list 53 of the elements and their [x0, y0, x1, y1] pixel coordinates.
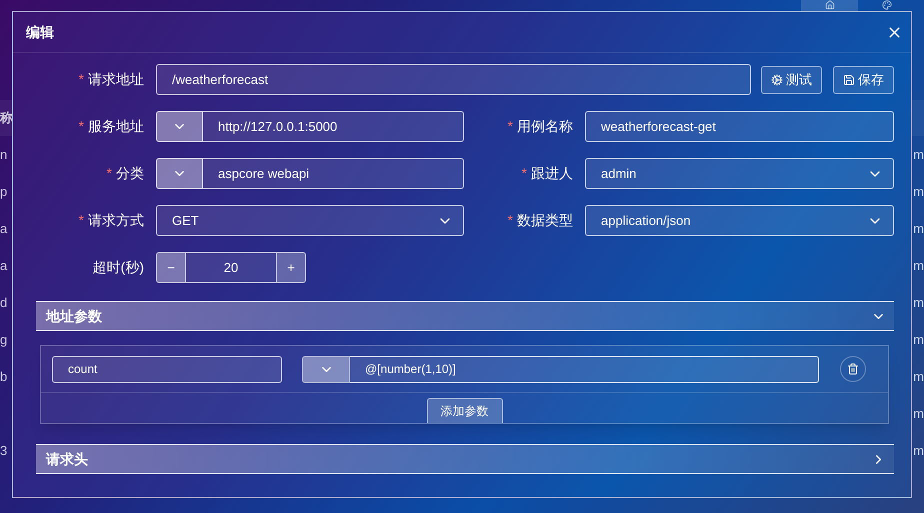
table-cell-text: d [0, 294, 8, 312]
number-stepper[interactable]: − 20 + [156, 252, 306, 283]
save-button[interactable]: 保存 [833, 66, 894, 94]
table-cell-text: m [913, 256, 924, 275]
trash-icon [847, 363, 859, 375]
field-label: * 分类 [106, 164, 144, 183]
text-field[interactable]: weatherforecast-get [585, 111, 894, 142]
text-field[interactable]: aspcore webapi [203, 158, 464, 189]
prefix-select[interactable] [156, 111, 203, 142]
table-cell-text: b [0, 368, 8, 386]
minus-button[interactable]: − [157, 253, 186, 282]
column-header: 称 [0, 109, 13, 128]
test-button[interactable]: 测试 [761, 66, 822, 94]
save-icon [843, 74, 855, 86]
text-field[interactable]: @[number(1,10)] [350, 356, 819, 382]
home-icon [824, 0, 834, 10]
table-cell-text: g [0, 330, 8, 349]
select-field[interactable]: application/json [585, 205, 894, 236]
section-header[interactable]: 请求头 [36, 444, 894, 474]
text-field[interactable]: /weatherforecast [156, 64, 751, 95]
cog-icon [771, 74, 783, 86]
select-field[interactable]: GET [156, 205, 464, 236]
dialog-title: 编辑 [26, 22, 54, 42]
field-label: * 跟进人 [522, 164, 573, 183]
text-field[interactable]: http://127.0.0.1:5000 [203, 111, 464, 142]
prefix-select[interactable] [302, 356, 350, 382]
table-cell-text: n [0, 146, 8, 164]
select-field[interactable]: admin [585, 158, 894, 189]
table-cell-text: m [913, 368, 924, 386]
table-cell-text: m [913, 330, 924, 349]
table-cell-text: m [913, 182, 924, 201]
field-label: * 数据类型 [508, 211, 573, 230]
number-value: 20 [222, 258, 240, 277]
table-cell-text: m [913, 404, 924, 423]
table-cell-text: m [913, 146, 924, 164]
field-label: * 服务地址 [78, 117, 144, 136]
table-cell-text: m [913, 442, 924, 460]
add-param-button[interactable]: 添加参数 [426, 398, 502, 423]
prefix-select[interactable] [156, 158, 203, 189]
field-label: * 用例名称 [508, 117, 573, 136]
table-cell-text: 3 [0, 442, 8, 460]
table-cell-text: a [0, 256, 8, 275]
text-field[interactable]: count [52, 356, 282, 382]
table-cell-text: p [0, 182, 8, 201]
plus-button[interactable]: + [276, 253, 305, 282]
table-cell-text: a [0, 220, 8, 238]
section-header[interactable]: 地址参数 [36, 301, 894, 331]
field-label: * 请求方式 [78, 211, 144, 230]
table-cell-text: m [913, 294, 924, 312]
field-label: * 请求地址 [78, 70, 144, 89]
field-label: 超时(秒) [92, 258, 144, 277]
table-cell-text: m [913, 220, 924, 238]
delete-button[interactable] [840, 356, 866, 382]
